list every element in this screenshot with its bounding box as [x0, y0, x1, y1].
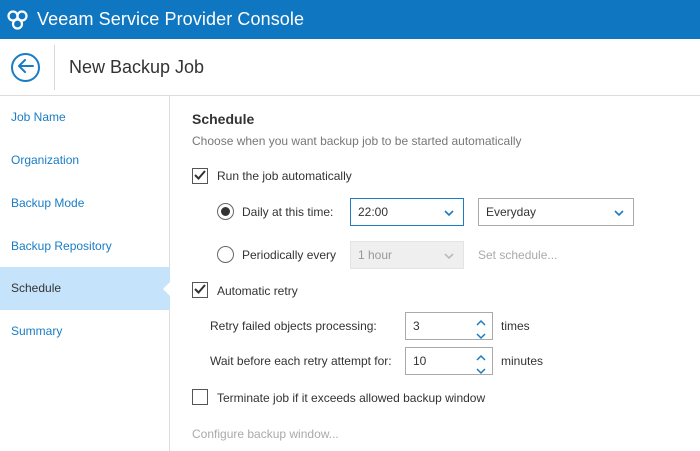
sidebar-item-label: Job Name — [11, 110, 66, 124]
chevron-down-icon — [614, 207, 624, 217]
sidebar-item-label: Organization — [11, 153, 80, 167]
configure-backup-window-link[interactable]: Configure backup window... — [192, 427, 339, 441]
automatic-retry-checkbox[interactable] — [192, 282, 208, 298]
periodically-radio[interactable] — [217, 246, 234, 263]
daily-days-value: Everyday — [486, 205, 537, 219]
retry-count-value: 3 — [413, 319, 420, 333]
retry-count-unit: times — [501, 319, 530, 333]
back-button[interactable] — [11, 53, 40, 82]
run-automatically-checkbox[interactable] — [192, 168, 208, 184]
chevron-down-icon[interactable] — [476, 364, 486, 378]
terminate-job-label: Terminate job if it exceeds allowed back… — [217, 391, 486, 405]
sidebar-item-backup-repository[interactable]: Backup Repository — [0, 225, 170, 268]
header-divider — [54, 45, 55, 90]
periodically-interval-value: 1 hour — [358, 248, 393, 262]
page-header: New Backup Job — [0, 39, 700, 96]
sidebar-item-label: Backup Repository — [11, 239, 112, 253]
wizard-steps-sidebar: Job Name Organization Backup Mode Backup… — [0, 96, 171, 451]
chevron-down-icon — [444, 207, 454, 217]
stepper-arrows[interactable] — [476, 315, 486, 340]
radio-selected-dot — [221, 207, 230, 216]
sidebar-item-summary[interactable]: Summary — [0, 310, 170, 353]
chevron-down-icon[interactable] — [476, 329, 486, 343]
veeam-logo-icon — [6, 8, 30, 32]
periodically-interval-select[interactable]: 1 hour — [350, 241, 464, 269]
terminate-job-checkbox[interactable] — [192, 389, 208, 405]
page-title: New Backup Job — [69, 57, 205, 77]
retry-wait-label: Wait before each retry attempt for: — [210, 354, 392, 368]
schedule-panel: Schedule Choose when you want backup job… — [171, 96, 700, 451]
daily-time-select[interactable]: 22:00 — [350, 198, 464, 226]
periodically-label: Periodically every — [242, 248, 337, 262]
sidebar-item-label: Schedule — [11, 281, 62, 295]
chevron-down-icon — [444, 250, 454, 260]
app-title: Veeam Service Provider Console — [37, 9, 305, 29]
chevron-up-icon[interactable] — [476, 350, 486, 364]
retry-wait-value: 10 — [413, 354, 427, 368]
retry-count-stepper[interactable]: 3 — [405, 312, 493, 340]
sidebar-item-schedule[interactable]: Schedule — [0, 267, 171, 310]
run-automatically-label: Run the job automatically — [217, 169, 352, 183]
retry-wait-stepper[interactable]: 10 — [405, 347, 493, 375]
sidebar-item-organization[interactable]: Organization — [0, 139, 170, 182]
arrow-left-icon — [17, 59, 34, 76]
stepper-arrows[interactable] — [476, 350, 486, 375]
sidebar-item-backup-mode[interactable]: Backup Mode — [0, 182, 170, 225]
section-title: Schedule — [192, 111, 255, 127]
check-icon — [194, 169, 206, 183]
set-schedule-link[interactable]: Set schedule... — [478, 248, 557, 262]
sidebar-item-label: Summary — [11, 324, 63, 338]
app-header: Veeam Service Provider Console — [0, 0, 700, 39]
daily-days-select[interactable]: Everyday — [478, 198, 634, 226]
section-subtitle: Choose when you want backup job to be st… — [192, 134, 522, 148]
retry-count-label: Retry failed objects processing: — [210, 319, 377, 333]
sidebar-item-label: Backup Mode — [11, 196, 85, 210]
daily-time-value: 22:00 — [358, 205, 389, 219]
daily-radio[interactable] — [217, 203, 234, 220]
check-icon — [194, 283, 206, 297]
chevron-up-icon[interactable] — [476, 315, 486, 329]
automatic-retry-label: Automatic retry — [217, 284, 298, 298]
daily-label: Daily at this time: — [242, 205, 334, 219]
retry-wait-unit: minutes — [501, 354, 544, 368]
sidebar-item-job-name[interactable]: Job Name — [0, 96, 170, 139]
